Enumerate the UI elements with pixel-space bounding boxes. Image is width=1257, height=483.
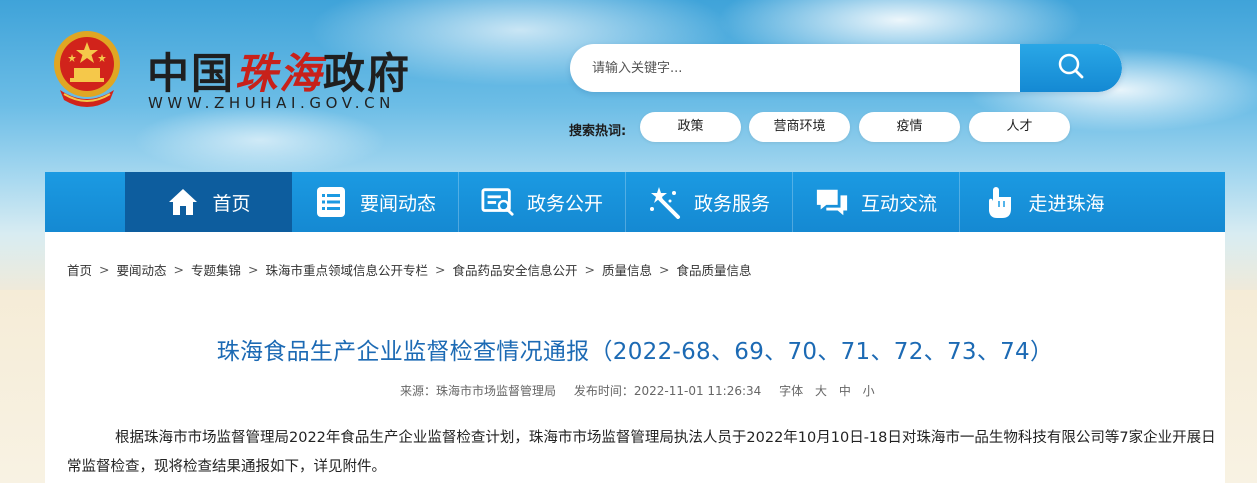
breadcrumb-food-drug-safety[interactable]: 食品药品安全信息公开 xyxy=(453,260,578,279)
breadcrumb-separator: > xyxy=(659,262,670,277)
hot-search-label: 搜索热词: xyxy=(569,124,627,139)
site-url: WWW.ZHUHAI.GOV.CN xyxy=(148,94,395,112)
breadcrumb-separator: > xyxy=(173,262,184,277)
nav-item-label: 政务服务 xyxy=(693,192,770,215)
home-icon xyxy=(166,185,200,219)
chat-icon xyxy=(815,185,849,219)
site-name-prefix: 中国 xyxy=(147,49,236,98)
nav-item-label: 首页 xyxy=(212,192,251,215)
nav-item-label: 走进珠海 xyxy=(1028,192,1105,215)
font-size-small-button[interactable]: 小 xyxy=(863,384,875,398)
nav-item-interaction[interactable]: 互动交流 xyxy=(793,172,960,232)
site-name[interactable]: 中国珠海政府 xyxy=(147,40,411,101)
hand-pointer-icon xyxy=(982,185,1016,219)
breadcrumb-key-areas[interactable]: 珠海市重点领域信息公开专栏 xyxy=(266,260,429,279)
breadcrumb-separator: > xyxy=(99,262,110,277)
document-search-icon xyxy=(481,185,515,219)
article-source: 来源：珠海市市场监督管理局 xyxy=(400,384,557,398)
nav-item-news[interactable]: 要闻动态 xyxy=(292,172,459,232)
list-icon xyxy=(314,185,348,219)
breadcrumb-food-quality-info[interactable]: 食品质量信息 xyxy=(677,260,752,279)
breadcrumb-separator: > xyxy=(435,262,446,277)
national-emblem-icon xyxy=(50,28,124,110)
breadcrumb-topics[interactable]: 专题集锦 xyxy=(191,260,241,279)
nav-item-home[interactable]: 首页 xyxy=(125,172,292,232)
search-input[interactable] xyxy=(570,44,1020,92)
article-card: 首页 > 要闻动态 > 专题集锦 > 珠海市重点领域信息公开专栏 > 食品药品安全信息公… xyxy=(45,232,1225,483)
search-icon xyxy=(1056,51,1086,85)
hot-tag-talent[interactable]: 人才 xyxy=(969,112,1070,142)
main-nav: 首页 要闻动态 政务公开 政务服务 互动交流 走进珠海 xyxy=(45,172,1225,232)
hot-tag-business-environment[interactable]: 营商环境 xyxy=(749,112,850,142)
nav-item-label: 政务公开 xyxy=(526,192,603,215)
article-body: 根据珠海市市场监督管理局2022年食品生产企业监督检查计划，珠海市市场监督管理局… xyxy=(67,430,1216,475)
breadcrumb-home[interactable]: 首页 xyxy=(67,260,92,279)
nav-item-explore-zhuhai[interactable]: 走进珠海 xyxy=(960,172,1127,232)
breadcrumb-separator: > xyxy=(248,262,259,277)
magic-wand-icon xyxy=(648,185,682,219)
breadcrumb-quality-info[interactable]: 质量信息 xyxy=(602,260,652,279)
site-name-suffix: 政府 xyxy=(323,49,412,98)
search-button[interactable] xyxy=(1020,44,1122,92)
article-meta: 来源：珠海市市场监督管理局 发布时间：2022-11-01 11:26:34 字… xyxy=(400,382,883,399)
nav-item-government-services[interactable]: 政务服务 xyxy=(626,172,793,232)
search-box xyxy=(570,44,1122,92)
breadcrumb: 首页 > 要闻动态 > 专题集锦 > 珠海市重点领域信息公开专栏 > 食品药品安全信息公… xyxy=(67,260,752,279)
nav-item-government-affairs[interactable]: 政务公开 xyxy=(459,172,626,232)
font-size-medium-button[interactable]: 中 xyxy=(839,384,851,398)
breadcrumb-news[interactable]: 要闻动态 xyxy=(117,260,167,279)
font-size-large-button[interactable]: 大 xyxy=(815,384,827,398)
hot-tag-epidemic[interactable]: 疫情 xyxy=(859,112,960,142)
font-size-label: 字体 xyxy=(779,384,804,398)
article-published-time: 发布时间：2022-11-01 11:26:34 xyxy=(573,384,762,398)
nav-item-label: 要闻动态 xyxy=(359,192,436,215)
hot-tag-policy[interactable]: 政策 xyxy=(640,112,741,142)
breadcrumb-separator: > xyxy=(584,262,595,277)
article-title: 珠海食品生产企业监督检查情况通报（2022-68、69、70、71、72、73、… xyxy=(216,339,1054,365)
site-name-city: 珠海 xyxy=(235,49,324,98)
nav-item-label: 互动交流 xyxy=(860,192,937,215)
